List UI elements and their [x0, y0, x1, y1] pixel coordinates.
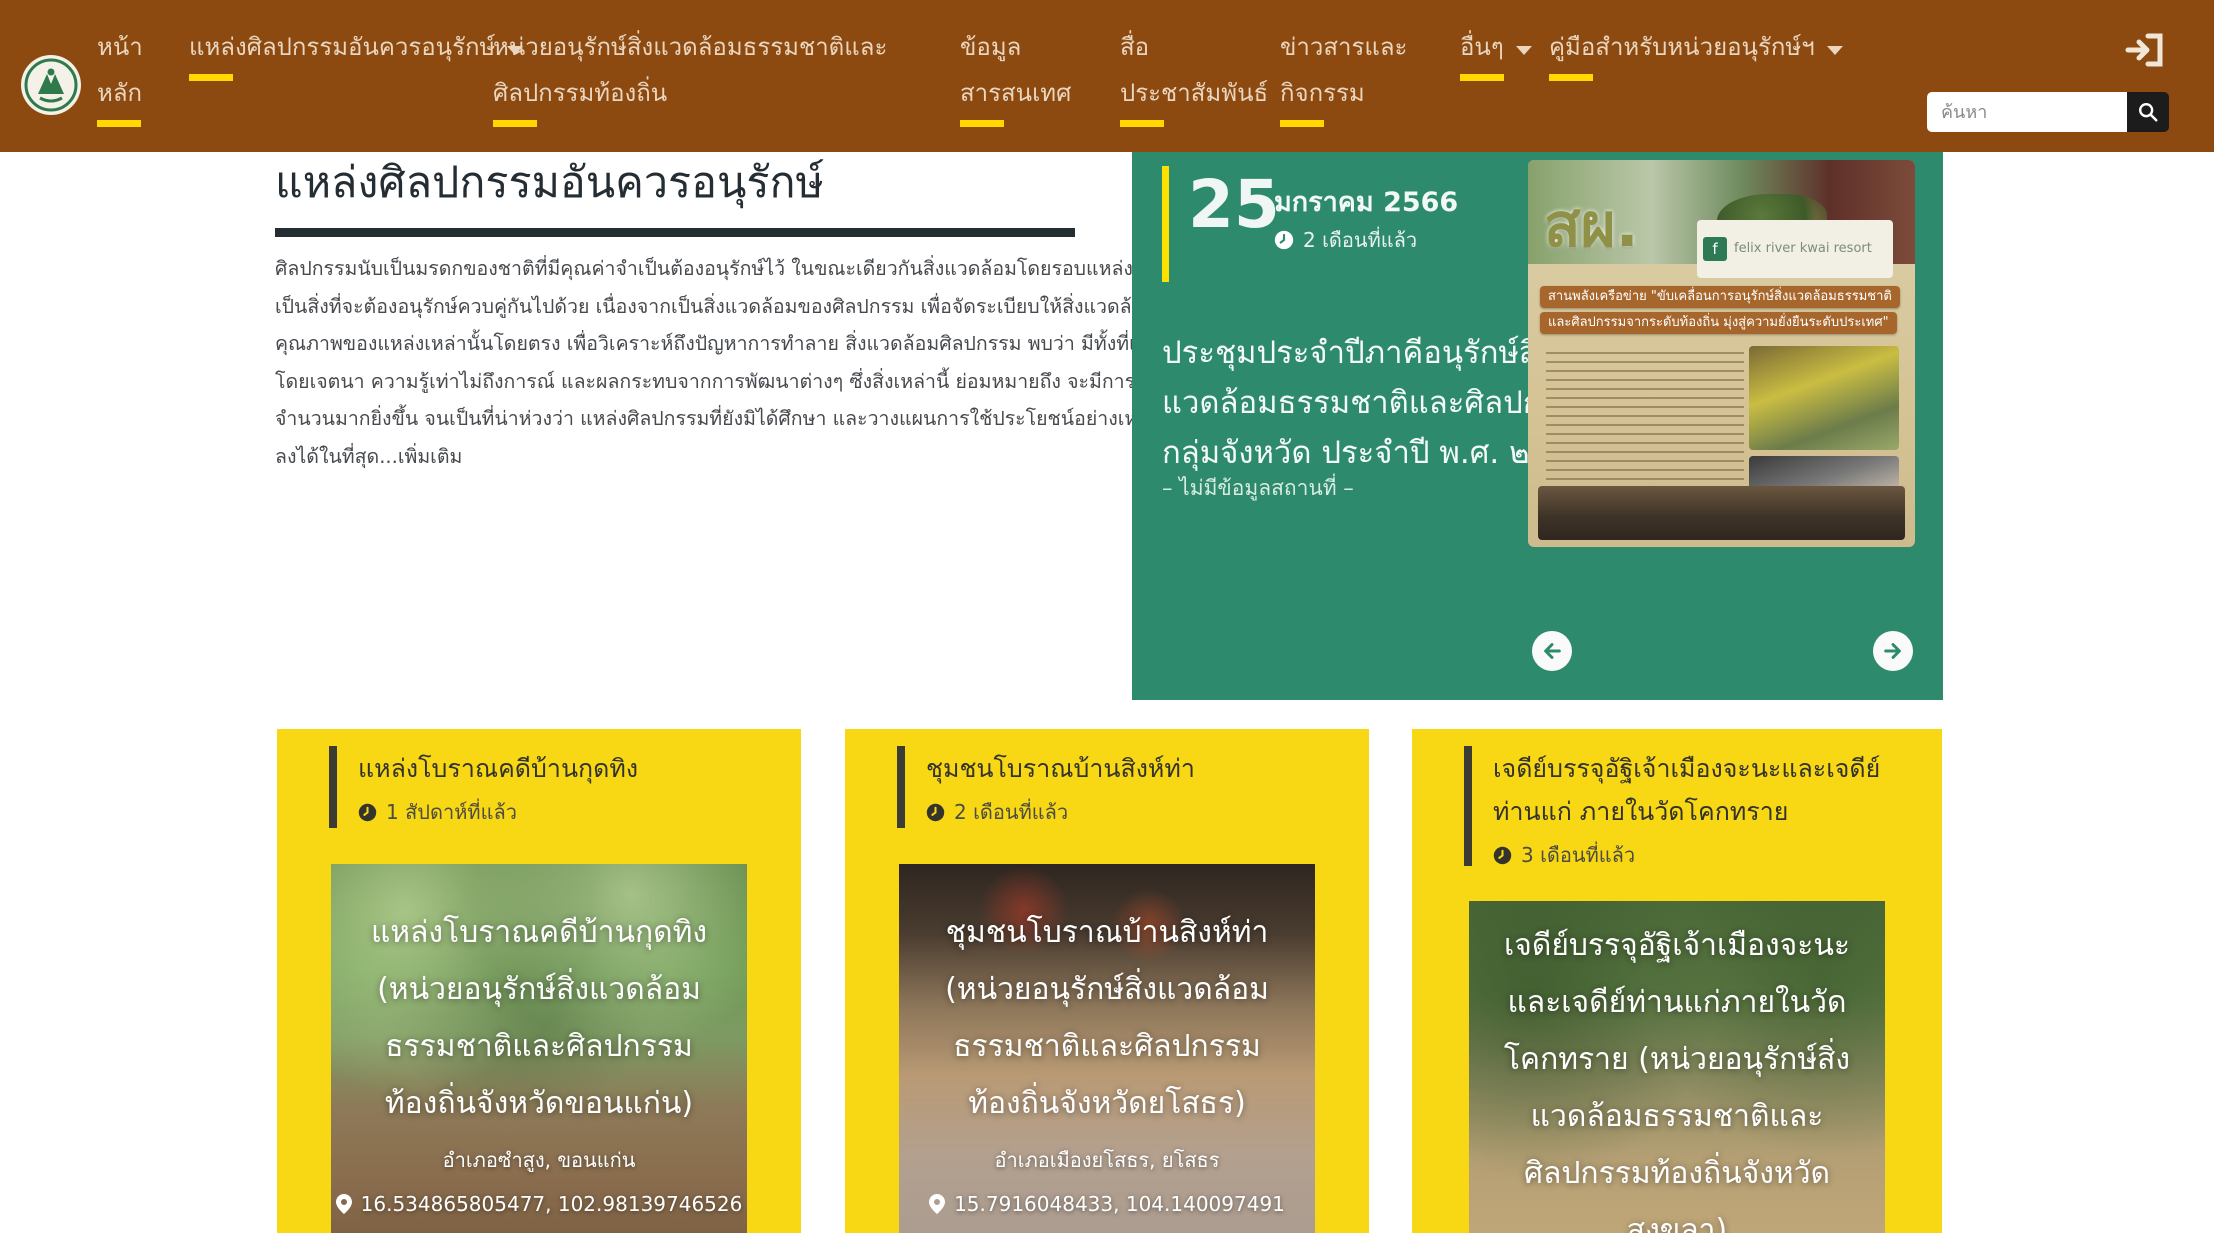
poster-photo-podium [1749, 346, 1899, 450]
photo-caption-line: ธรรมชาติและศิลปกรรม [899, 1018, 1315, 1075]
photo-caption-line: ชุมชนโบราณบ้านสิงห์ท่า [899, 904, 1315, 961]
paragraph-line: ลงได้ในที่สุด...เพิ่มเติม [275, 438, 1115, 476]
site-card-khok-sai[interactable]: เจดีย์บรรจุอัฐิเจ้าเมืองจะนะและเจดีย์ท่า… [1412, 729, 1942, 1233]
poster-body-text [1546, 352, 1744, 480]
site-district: อำเภอซำสูง, ขอนแก่น [331, 1144, 747, 1176]
photo-caption-line: สงขลา) [1469, 1202, 1885, 1233]
page: หน้าหลัก แหล่งศิลปกรรมอันควรอนุรักษ์ หน่… [0, 0, 2214, 1233]
photo-caption-line: และเจดีย์ท่านแก่ภายในวัด [1469, 974, 1885, 1031]
photo-caption-line: แวดล้อมธรรมชาติและ [1469, 1088, 1885, 1145]
nav-item-art-sources[interactable]: แหล่งศิลปกรรมอันควรอนุรักษ์ [189, 24, 523, 81]
search-input[interactable] [1927, 92, 2127, 132]
card-accent-bar [1464, 746, 1472, 866]
paragraph-line: ศิลปกรรมนับเป็นมรดกของชาติที่มีคุณค่าจำเ… [275, 250, 1115, 288]
active-underline [1280, 120, 1324, 127]
event-poster-image[interactable]: f felix river kwai resort สผ. สานพลังเคร… [1528, 160, 1915, 547]
nav-item-home[interactable]: หน้าหลัก [97, 24, 171, 127]
login-icon [2124, 30, 2168, 70]
venue-logo-icon: f [1703, 237, 1727, 261]
paragraph-line: จำนวนมากยิ่งขึ้น จนเป็นที่น่าห่วงว่า แหล… [275, 400, 1115, 438]
accent-bar [1162, 166, 1169, 282]
poster-venue-sign: f felix river kwai resort [1697, 220, 1893, 278]
carousel-prev-button[interactable] [1532, 631, 1572, 671]
chevron-down-icon [1516, 46, 1532, 55]
site-district: อำเภอเมืองยโสธร, ยโสธร [899, 1144, 1315, 1176]
search-box [1927, 92, 2169, 132]
poster-headline: สานพลังเครือข่าย "ขับเคลื่อนการอนุรักษ์ส… [1540, 286, 1900, 308]
site-photo: ชุมชนโบราณบ้านสิงห์ท่า (หน่วยอนุรักษ์สิ่… [899, 864, 1315, 1233]
active-underline [97, 120, 141, 127]
paragraph-line: เป็นสิ่งที่จะต้องอนุรักษ์ควบคู่กันไปด้วย… [275, 288, 1115, 326]
site-logo[interactable] [20, 54, 82, 116]
card-accent-bar [329, 746, 337, 828]
site-card-sing-tha[interactable]: ชุมชนโบราณบ้านสิงห์ท่า 2 เดือนที่แล้ว ชุ… [845, 729, 1369, 1233]
site-coordinates: 16.534865805477, 102.98139746526 [331, 1192, 747, 1216]
paragraph-line: คุณภาพของแหล่งเหล่านั้นโดยตรง เพื่อวิเคร… [275, 325, 1115, 363]
site-photo: เจดีย์บรรจุอัฐิเจ้าเมืองจะนะ และเจดีย์ท่… [1469, 901, 1885, 1233]
photo-caption-line: แหล่งโบราณคดีบ้านกุดทิง [331, 904, 747, 961]
card-title: ชุมชนโบราณบ้านสิงห์ท่า [926, 747, 1329, 790]
site-photo: แหล่งโบราณคดีบ้านกุดทิง (หน่วยอนุรักษ์สิ… [331, 864, 747, 1233]
card-age: 3 เดือนที่แล้ว [1493, 839, 1942, 871]
paragraph-line: โดยเจตนา ความรู้เท่าไม่ถึงการณ์ และผลกระ… [275, 363, 1115, 401]
card-age: 2 เดือนที่แล้ว [926, 796, 1369, 828]
photo-caption-line: โคกทราย (หน่วยอนุรักษ์สิ่ง [1469, 1031, 1885, 1088]
login-button[interactable] [2124, 30, 2168, 70]
chevron-down-icon [1827, 46, 1843, 55]
nav-item-manual[interactable]: คู่มือสำหรับหน่วยอนุรักษ์ฯ [1549, 24, 1843, 81]
photo-caption-line: ท้องถิ่นจังหวัดขอนแก่น) [331, 1075, 747, 1132]
card-title: เจดีย์บรรจุอัฐิเจ้าเมืองจะนะและเจดีย์ท่า… [1493, 747, 1902, 833]
event-month-year: มกราคม 2566 [1274, 180, 1458, 223]
card-age: 1 สัปดาห์ที่แล้ว [358, 796, 801, 828]
photo-caption-line: เจดีย์บรรจุอัฐิเจ้าเมืองจะนะ [1469, 917, 1885, 974]
card-title: แหล่งโบราณคดีบ้านกุดทิง [358, 747, 761, 790]
nav-item-information[interactable]: ข้อมูลสารสนเทศ [960, 24, 1100, 127]
active-underline [960, 120, 1004, 127]
title-divider [275, 228, 1075, 237]
event-day: 25 [1188, 160, 1280, 250]
clock-icon [1493, 846, 1512, 865]
pin-icon [336, 1194, 352, 1214]
clock-icon [926, 803, 945, 822]
intro-paragraph: ศิลปกรรมนับเป็นมรดกของชาติที่มีคุณค่าจำเ… [275, 250, 1115, 475]
search-button[interactable] [2127, 92, 2169, 132]
active-underline [1460, 74, 1504, 81]
site-card-kut-thing[interactable]: แหล่งโบราณคดีบ้านกุดทิง 1 สัปดาห์ที่แล้ว… [277, 729, 801, 1233]
logo-emblem-icon [20, 54, 82, 116]
photo-caption-line: ศิลปกรรมท้องถิ่นจังหวัด [1469, 1145, 1885, 1202]
clock-icon [1274, 230, 1294, 250]
news-carousel: 25 มกราคม 2566 2 เดือนที่แล้ว ประชุมประจ… [1132, 152, 1943, 700]
photo-caption-line: ท้องถิ่นจังหวัดยโสธร) [899, 1075, 1315, 1132]
poster-group-photo [1538, 486, 1905, 540]
card-accent-bar [897, 746, 905, 828]
active-underline [493, 120, 537, 127]
nav-item-news-activities[interactable]: ข่าวสารและกิจกรรม [1280, 24, 1430, 127]
page-title: แหล่งศิลปกรรมอันควรอนุรักษ์ [275, 148, 824, 218]
nav-item-others[interactable]: อื่นๆ [1460, 24, 1532, 81]
search-icon [2137, 101, 2159, 123]
pin-icon [929, 1194, 945, 1214]
top-navbar: หน้าหลัก แหล่งศิลปกรรมอันควรอนุรักษ์ หน่… [0, 0, 2214, 152]
photo-caption-line: ธรรมชาติและศิลปกรรม [331, 1018, 747, 1075]
arrow-left-icon [1541, 640, 1563, 662]
active-underline [1120, 120, 1164, 127]
poster-org-name: สผ. [1544, 196, 1639, 256]
active-underline [189, 74, 233, 81]
site-coordinates: 15.7916048433, 104.140097491 [899, 1192, 1315, 1216]
photo-caption-line: (หน่วยอนุรักษ์สิ่งแวดล้อม [899, 961, 1315, 1018]
read-more-link[interactable]: เพิ่มเติม [398, 445, 463, 468]
nav-item-media[interactable]: สื่อประชาสัมพันธ์ [1120, 24, 1288, 127]
nav-item-conservation-units[interactable]: หน่วยอนุรักษ์สิ่งแวดล้อมธรรมชาติและศิลปก… [493, 24, 961, 127]
arrow-right-icon [1882, 640, 1904, 662]
photo-caption-line: (หน่วยอนุรักษ์สิ่งแวดล้อม [331, 961, 747, 1018]
active-underline [1549, 74, 1593, 81]
clock-icon [358, 803, 377, 822]
event-location: – ไม่มีข้อมูลสถานที่ – [1162, 472, 1354, 505]
poster-headline: และศิลปกรรมจากระดับท้องถิ่น มุ่งสู่ความย… [1540, 312, 1897, 334]
carousel-next-button[interactable] [1873, 631, 1913, 671]
event-age: 2 เดือนที่แล้ว [1274, 224, 1417, 256]
